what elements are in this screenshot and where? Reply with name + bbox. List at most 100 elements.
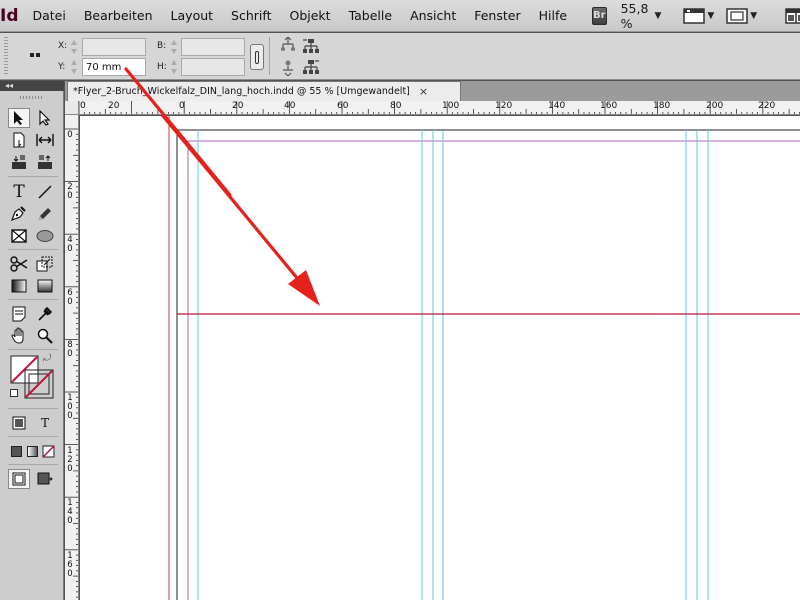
scissors-tool[interactable] [8, 254, 30, 274]
view-options-button[interactable]: ▼ [683, 7, 714, 24]
default-fill-stroke-icon[interactable] [10, 389, 18, 397]
pencil-tool[interactable] [34, 204, 56, 224]
x-stepper[interactable] [70, 38, 79, 56]
hand-tool[interactable] [8, 326, 30, 346]
page-guides [160, 116, 800, 600]
ellipse-icon [36, 230, 54, 242]
normal-view-mode-button[interactable] [8, 469, 30, 489]
document-canvas[interactable] [80, 116, 800, 600]
gap-icon [36, 134, 54, 146]
direct-selection-tool[interactable] [34, 108, 56, 128]
menu-layout[interactable]: Layout [162, 0, 223, 32]
selection-arrow-icon [14, 111, 23, 125]
close-icon[interactable]: × [419, 85, 428, 98]
tools-panel-collapse[interactable]: ◂◂ [0, 81, 64, 91]
reference-point-icon[interactable] [30, 53, 40, 57]
ruler-label: 0 [66, 131, 74, 140]
type-t-icon: T [13, 182, 25, 202]
select-previous-object-icon[interactable] [302, 37, 320, 55]
fill-stroke-widget[interactable]: ⤾ [10, 353, 56, 401]
vertical-ruler[interactable]: 0 20 40 60 80 100 120 140 160 [65, 115, 79, 600]
normal-view-icon [12, 472, 26, 486]
type-tool[interactable]: T [8, 182, 30, 202]
menu-fenster[interactable]: Fenster [465, 0, 529, 32]
content-collector-tool[interactable] [8, 152, 30, 172]
select-content-icon[interactable] [279, 58, 297, 76]
ruler-label: 60 [66, 289, 74, 307]
ruler-digit: 0 [67, 569, 73, 579]
annotation-arrow-head [288, 270, 320, 306]
page-tool[interactable] [8, 130, 30, 150]
select-next-object-icon[interactable] [302, 58, 320, 76]
eyedropper-tool[interactable] [34, 304, 56, 324]
ruler-label: 80 [390, 101, 402, 111]
rectangle-frame-tool[interactable] [8, 226, 30, 246]
zoom-tool[interactable] [34, 326, 56, 346]
ruler-label: 120 [66, 447, 74, 474]
formatting-container-button[interactable] [8, 413, 30, 433]
menu-hilfe[interactable]: Hilfe [530, 0, 576, 32]
ruler-label: 40 [284, 101, 296, 111]
constrain-proportions-button[interactable] [250, 44, 264, 70]
arrange-documents-icon [785, 7, 800, 24]
menu-objekt[interactable]: Objekt [280, 0, 339, 32]
hand-icon [11, 327, 24, 344]
menu-schrift[interactable]: Schrift [222, 0, 280, 32]
line-tool[interactable] [34, 182, 56, 202]
container-format-icon [12, 416, 26, 430]
gradient-swatch-tool[interactable] [8, 276, 30, 296]
pen-tool[interactable] [8, 204, 30, 224]
menu-datei[interactable]: Datei [19, 0, 75, 32]
page-icon [13, 132, 25, 148]
gap-tool[interactable] [34, 130, 56, 150]
apply-none-button[interactable] [37, 441, 59, 461]
preview-mode-button[interactable] [34, 469, 56, 489]
ruler-digit: 0 [67, 464, 73, 474]
line-icon [38, 185, 52, 199]
view-options-icon [683, 7, 706, 24]
zoom-selector[interactable]: 55,8 % ▼ [621, 1, 662, 31]
panel-grip[interactable] [4, 37, 8, 75]
swap-fill-stroke-icon[interactable]: ⤾ [43, 353, 51, 364]
menu-ansicht[interactable]: Ansicht [401, 0, 465, 32]
color-square-icon [10, 445, 22, 457]
none-swatch-icon [41, 444, 55, 458]
ruler-label: 160 [600, 101, 618, 111]
formatting-text-button[interactable]: T [34, 413, 56, 433]
menu-bearbeiten[interactable]: Bearbeiten [75, 0, 162, 32]
tools-panel: ◂◂ T ⤾ T [0, 81, 64, 600]
magnifier-icon [37, 328, 53, 344]
selection-tool[interactable] [8, 108, 30, 128]
ruler-label: 120 [495, 101, 513, 111]
ellipse-tool[interactable] [34, 226, 56, 246]
ruler-digit: 0 [67, 191, 73, 201]
width-field[interactable] [181, 38, 245, 56]
x-label: X: [58, 41, 68, 51]
gradient-feather-tool[interactable] [34, 276, 56, 296]
select-container-icon[interactable] [279, 37, 297, 55]
width-stepper[interactable] [170, 38, 179, 56]
content-placer-tool[interactable] [34, 152, 56, 172]
ruler-digit: 0 [67, 411, 73, 421]
screen-mode-button[interactable]: ▼ [726, 7, 757, 24]
gradient-swatch-icon [11, 279, 27, 293]
x-field[interactable] [82, 38, 146, 56]
scissors-icon [10, 256, 28, 272]
panel-grip[interactable] [20, 96, 42, 99]
menu-tabelle[interactable]: Tabelle [340, 0, 402, 32]
indesign-logo: Id [0, 5, 19, 26]
ruler-digit: 0 [67, 297, 73, 307]
y-stepper[interactable] [70, 58, 79, 76]
preview-icon [37, 472, 53, 485]
rectangle-frame-icon [11, 229, 27, 243]
note-tool[interactable] [8, 304, 30, 324]
ruler-label: 200 [706, 101, 724, 111]
ruler-label: 220 [758, 101, 776, 111]
content-placer-icon [38, 155, 52, 169]
ruler-label: 100 [442, 101, 460, 111]
ruler-origin[interactable] [65, 101, 79, 115]
arrange-documents-button[interactable]: ▼ [785, 7, 800, 24]
direct-selection-arrow-icon [39, 110, 51, 126]
bridge-button[interactable]: Br [592, 6, 607, 25]
free-transform-tool[interactable] [34, 254, 56, 274]
